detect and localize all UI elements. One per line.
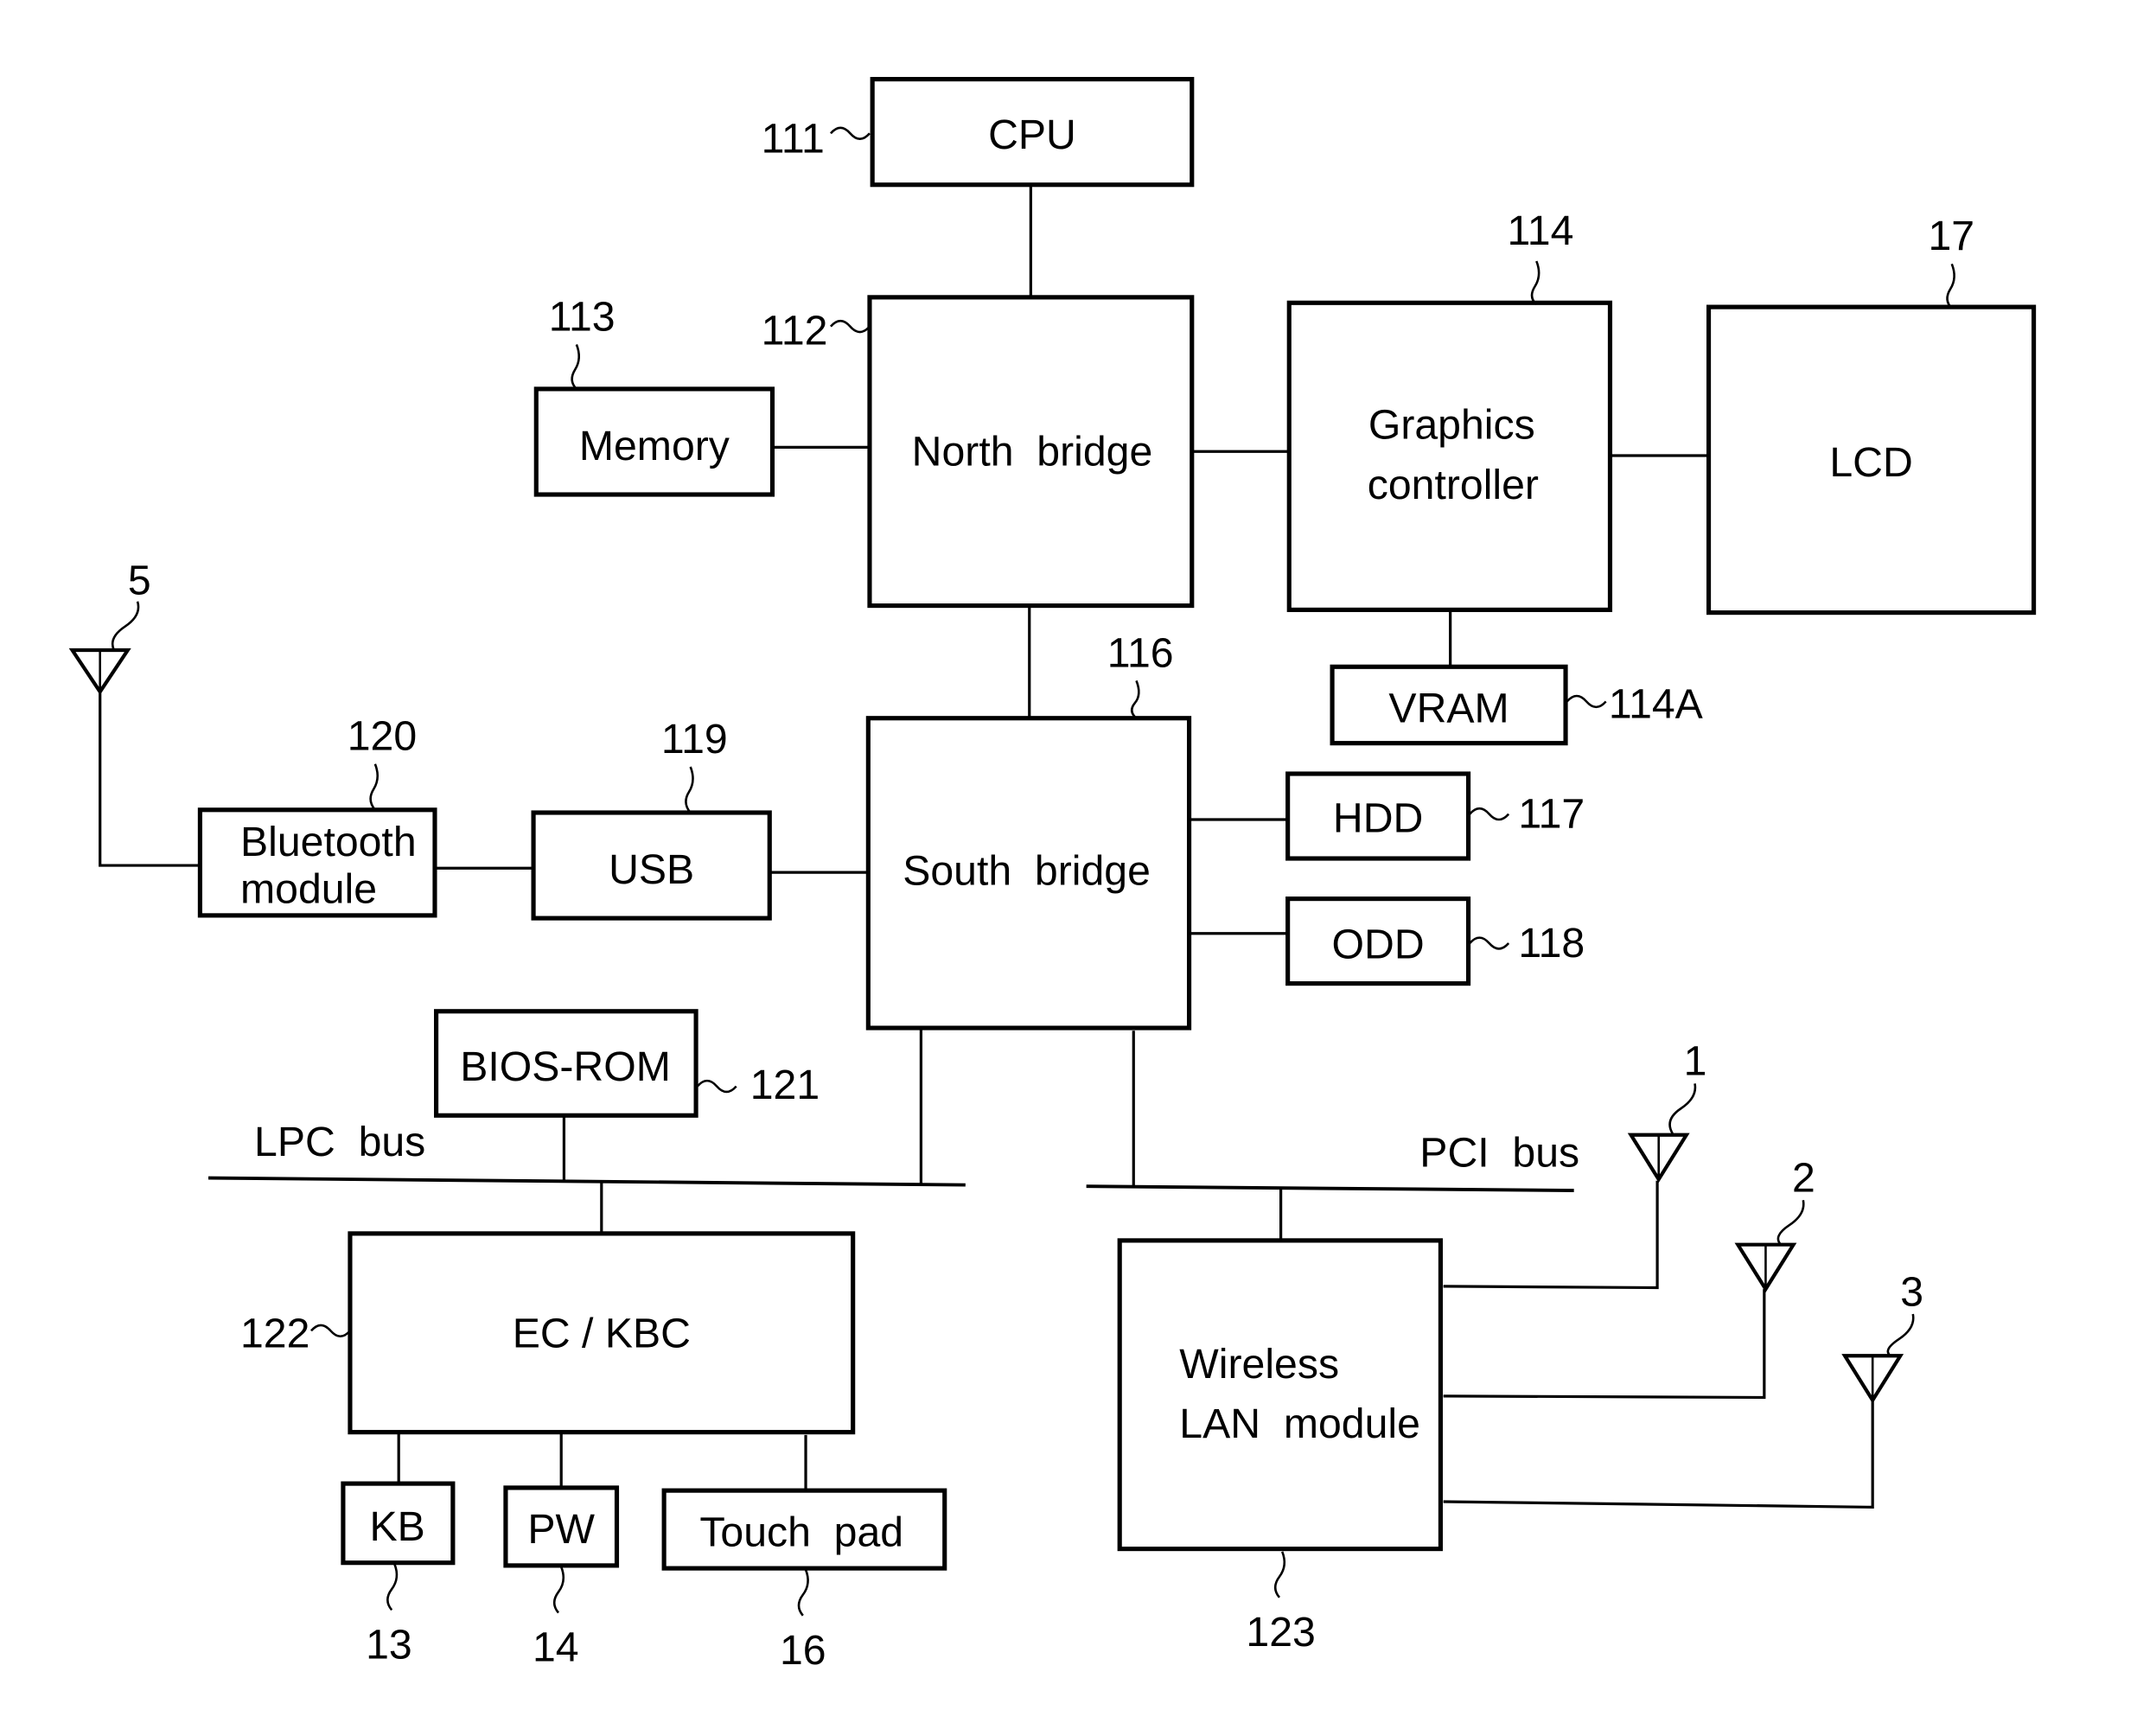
wire-wlan-antenna2 [1443,1289,1766,1400]
block-diagram: LPC bus PCI bus CPU 111 North bridge 112… [68,77,2037,1674]
usb-ref: 119 [661,716,728,762]
hdd-label: HDD [1333,794,1423,841]
bluetooth-module-label-line2: module [240,865,377,912]
hdd-ref-leader [1469,807,1510,821]
lcd-block[interactable]: LCD [1706,304,2037,616]
antenna-icon [1627,1133,1690,1184]
antenna-icon [68,648,131,695]
touch-pad-block[interactable]: Touch pad [661,1488,947,1571]
ec-kbc-block[interactable]: EC / KBC [348,1231,856,1435]
pw-ref: 14 [533,1624,579,1671]
wireless-lan-module-ref-leader [1273,1551,1286,1598]
odd-label: ODD [1332,922,1425,968]
ec-kbc-label: EC / KBC [513,1311,691,1357]
north-bridge-ref-leader [829,319,871,334]
antenna-3-ref: 3 [1900,1268,1923,1315]
wire-wlan-antenna1 [1443,1180,1659,1290]
antenna-2-ref: 2 [1792,1155,1815,1202]
graphics-controller-block[interactable]: Graphics controller [1286,300,1613,612]
memory-label: Memory [579,423,730,469]
north-bridge-label: North bridge [912,428,1153,475]
antenna-1-ref: 1 [1684,1038,1707,1085]
kb-ref-leader [386,1563,399,1611]
south-bridge-ref: 116 [1107,629,1174,676]
antenna-icon [1734,1242,1797,1293]
graphics-controller-label-line1: Graphics [1368,402,1535,449]
wireless-lan-module-ref: 123 [1246,1609,1315,1656]
pci-bus-label: PCI bus [1419,1130,1579,1177]
vram-block[interactable]: VRAM [1330,664,1568,746]
antenna-3: 3 [1841,1268,1923,1404]
bluetooth-module-ref-leader [369,763,379,811]
kb-ref: 13 [366,1622,412,1669]
wireless-lan-module-label-line2: LAN module [1179,1401,1420,1447]
south-bridge-block[interactable]: South bridge [865,716,1192,1030]
touch-pad-ref: 16 [780,1627,826,1674]
odd-block[interactable]: ODD [1285,896,1471,986]
bluetooth-module-block[interactable]: Bluetooth module [197,807,437,918]
north-bridge-block[interactable]: North bridge [867,295,1195,609]
bios-rom-ref-leader [696,1079,737,1094]
south-bridge-ref-leader [1130,680,1140,719]
memory-block[interactable]: Memory [533,386,775,497]
lpc-bus-label: LPC bus [254,1119,425,1165]
antenna-2: 2 [1734,1155,1815,1293]
graphics-controller-box[interactable] [1286,300,1613,612]
bios-rom-label: BIOS-ROM [460,1043,671,1090]
vram-label: VRAM [1388,686,1509,732]
ec-kbc-ref: 122 [240,1311,309,1357]
cpu-ref: 111 [762,116,825,163]
antenna-1: 1 [1627,1038,1707,1184]
memory-ref-leader [571,344,580,390]
kb-label: KB [369,1503,424,1550]
wireless-lan-module-label-line1: Wireless [1179,1341,1339,1388]
pw-ref-leader [552,1566,565,1614]
antenna-5: 5 [68,558,151,695]
graphics-controller-ref: 114 [1508,207,1574,254]
north-bridge-ref: 112 [762,307,828,354]
usb-label: USB [609,846,694,893]
lcd-ref: 17 [1928,213,1974,259]
antenna-icon [1841,1354,1904,1404]
odd-ref-leader [1469,936,1510,950]
lcd-label: LCD [1829,439,1912,486]
cpu-ref-leader [829,126,871,140]
antenna-3-ref-leader [1886,1313,1915,1357]
graphics-controller-ref-leader [1530,260,1540,305]
south-bridge-label: South bridge [903,848,1151,895]
touch-pad-ref-leader [797,1569,809,1617]
bluetooth-module-label-line1: Bluetooth [240,819,417,865]
pw-block[interactable]: PW [503,1485,620,1568]
wire-wlan-antenna3 [1443,1400,1874,1509]
cpu-label: CPU [988,112,1076,158]
vram-ref-leader [1566,694,1607,709]
graphics-controller-label-line2: controller [1368,462,1539,508]
hdd-block[interactable]: HDD [1285,771,1471,861]
antenna-5-ref-leader [111,601,140,651]
memory-ref: 113 [549,293,616,340]
antenna-2-ref-leader [1776,1200,1805,1246]
lcd-ref-leader [1946,263,1955,309]
wire-antenna5-bluetooth [99,692,201,867]
wireless-lan-module-box[interactable] [1117,1238,1443,1552]
pci-bus-line [1086,1184,1574,1192]
hdd-ref: 117 [1518,791,1585,838]
vram-ref: 114A [1609,681,1704,728]
bluetooth-module-ref: 120 [348,713,417,760]
ec-kbc-ref-leader [309,1324,351,1338]
antenna-5-ref: 5 [128,558,151,604]
lpc-bus-line [208,1176,966,1187]
touch-pad-label: Touch pad [699,1509,903,1555]
bios-rom-block[interactable]: BIOS-ROM [434,1009,698,1118]
usb-block[interactable]: USB [531,810,772,921]
bios-rom-ref: 121 [750,1062,820,1108]
cpu-block[interactable]: CPU [870,77,1195,188]
pw-label: PW [527,1506,595,1553]
wireless-lan-module-block[interactable]: Wireless LAN module [1117,1238,1443,1552]
usb-ref-leader [685,766,694,814]
kb-block[interactable]: KB [341,1481,456,1566]
odd-ref: 118 [1518,920,1585,967]
antenna-1-ref-leader [1668,1083,1697,1134]
